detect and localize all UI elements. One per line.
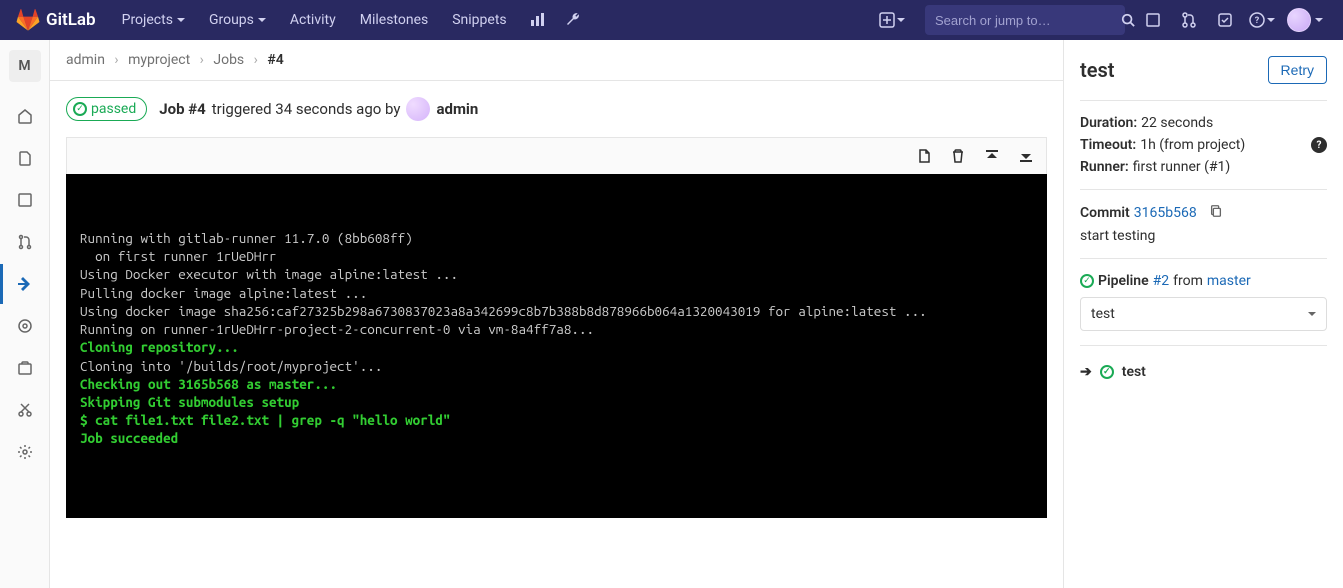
chevron-down-icon [1267,18,1275,22]
nav-analytics-icon[interactable] [521,4,553,36]
job-triggered-text: triggered 34 seconds ago by [212,100,401,118]
search-input[interactable] [925,13,1121,28]
timeout-help-icon[interactable]: ? [1311,137,1327,153]
job-title: Job #4 [159,100,206,118]
log-line: Running on runner-1rUeDHrr-project-2-con… [80,320,1033,338]
runner-value: first runner (#1) [1133,159,1231,175]
sidebar-merge-requests[interactable] [0,222,50,262]
nav-snippets[interactable]: Snippets [442,4,516,36]
scroll-bottom-button[interactable] [1014,144,1038,168]
nav-new-dropdown[interactable] [871,8,913,32]
sidebar-snippets[interactable] [0,390,50,430]
stage-job-name: test [1122,364,1146,380]
gitlab-logo-icon [16,8,40,32]
timeout-value: 1h (from project) [1140,137,1245,153]
duration-label: Duration: [1080,115,1137,131]
nav-help-icon[interactable]: ? [1245,4,1279,36]
right-sidebar: test Retry Duration: 22 seconds Timeout:… [1063,40,1343,588]
stage-select-value: test [1091,306,1115,322]
nav-admin-wrench-icon[interactable] [557,4,589,36]
breadcrumb-owner[interactable]: admin [66,52,105,68]
raw-log-button[interactable] [912,144,936,168]
scroll-top-button[interactable] [980,144,1004,168]
duration-value: 22 seconds [1141,115,1213,131]
timeout-label: Timeout: [1080,137,1136,153]
runner-label: Runner: [1080,159,1129,175]
chevron-down-icon [177,18,185,22]
breadcrumb-current: #4 [267,52,283,68]
chevron-down-icon [1308,312,1316,316]
stage-select[interactable]: test [1080,297,1327,331]
log-line: Skipping Git submodules setup [80,393,1033,411]
sidebar-issues[interactable] [0,180,50,220]
commit-label: Commit [1080,205,1130,221]
copy-commit-icon[interactable] [1209,204,1223,222]
chevron-down-icon [1315,18,1323,22]
log-line: Running with gitlab-runner 11.7.0 (8bb60… [80,229,1033,247]
nav-activity[interactable]: Activity [280,4,346,36]
log-line: on first runner 1rUeDHrr [80,247,1033,265]
sidebar-registry[interactable] [0,348,50,388]
pipeline-id-link[interactable]: #2 [1153,273,1170,289]
left-sidebar: M [0,40,50,588]
chevron-down-icon [258,18,266,22]
log-line: Using docker image sha256:caf27325b298a6… [80,302,1033,320]
log-line: Cloning repository... [80,338,1033,356]
breadcrumb: admin › myproject › Jobs › #4 [50,40,1063,81]
nav-todos-icon[interactable] [1209,4,1241,36]
job-status-icon: ✓ [1100,365,1114,379]
pipeline-branch-link[interactable]: master [1207,273,1251,289]
sidebar-cicd[interactable] [0,264,50,304]
nav-milestones[interactable]: Milestones [350,4,439,36]
nav-groups[interactable]: Groups [199,4,276,36]
sidebar-project-home[interactable] [0,96,50,136]
arrow-right-icon [1080,364,1092,380]
log-line: Checking out 3165b568 as master... [80,375,1033,393]
job-name-title: test [1080,58,1114,82]
pipeline-from-text: from [1173,273,1203,289]
plus-box-icon [879,12,895,28]
commit-sha-link[interactable]: 3165b568 [1134,205,1197,221]
breadcrumb-section[interactable]: Jobs [213,52,244,68]
status-text: passed [91,101,136,117]
log-toolbar [66,137,1047,174]
nav-projects[interactable]: Projects [112,4,195,36]
pipeline-label: Pipeline [1098,273,1149,289]
status-badge: ✓ passed [66,97,147,121]
user-avatar [1287,8,1311,32]
sidebar-settings[interactable] [0,432,50,472]
commit-message: start testing [1080,228,1155,244]
job-user-link[interactable]: admin [436,100,478,118]
job-header: ✓ passed Job #4 triggered 34 seconds ago… [50,81,1063,137]
check-circle-icon: ✓ [73,102,87,116]
nav-merge-requests-icon[interactable] [1173,4,1205,36]
job-log-terminal[interactable]: Running with gitlab-runner 11.7.0 (8bb60… [66,174,1047,518]
gitlab-logo[interactable]: GitLab [16,8,96,32]
chevron-down-icon [897,18,905,22]
sidebar-repository[interactable] [0,138,50,178]
global-search[interactable] [925,5,1125,35]
nav-user-menu[interactable] [1283,4,1327,36]
log-line: Cloning into '/builds/root/myproject'... [80,357,1033,375]
user-avatar[interactable] [406,97,430,121]
stage-job-row[interactable]: ✓ test [1080,364,1327,380]
pipeline-status-icon: ✓ [1080,274,1094,288]
search-icon[interactable] [1121,13,1135,27]
main-content: admin › myproject › Jobs › #4 ✓ passed J… [50,40,1063,588]
sidebar-project-avatar[interactable]: M [9,50,41,82]
nav-issues-icon[interactable] [1137,4,1169,36]
log-line: Job succeeded [80,429,1033,447]
log-line: Using Docker executor with image alpine:… [80,265,1033,283]
sidebar-operations[interactable] [0,306,50,346]
svg-text:?: ? [1255,16,1260,26]
retry-button[interactable]: Retry [1268,56,1327,84]
brand-text: GitLab [46,10,96,30]
log-line: $ cat file1.txt file2.txt | grep -q "hel… [80,411,1033,429]
log-line: Pulling docker image alpine:latest ... [80,284,1033,302]
breadcrumb-project[interactable]: myproject [128,52,190,68]
erase-log-button[interactable] [946,144,970,168]
top-navbar: GitLab Projects Groups Activity Mileston… [0,0,1343,40]
